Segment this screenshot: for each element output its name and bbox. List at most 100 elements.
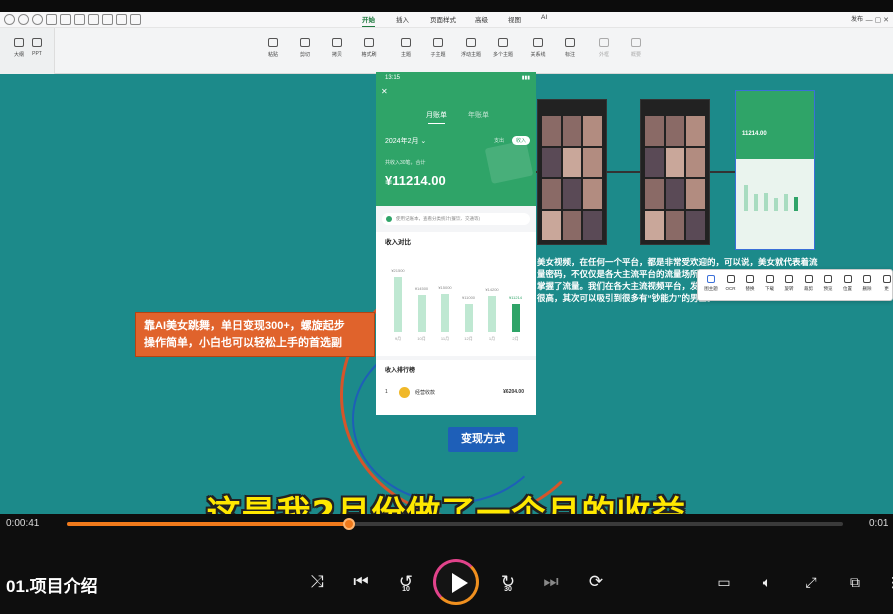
video-player-controls: 0:00:41 0:01 01.项目介绍 ⤨ ⏮ ↺ 10 ↻ 30 ⏭ ⟳ ▭ 🔈… bbox=[0, 514, 893, 614]
chart-bar: ¥11000 bbox=[462, 295, 475, 332]
coin-icon bbox=[399, 387, 410, 398]
subtopic-button[interactable]: 子主题 bbox=[421, 36, 455, 66]
ribbon-label: 外框 bbox=[598, 52, 609, 58]
menu-item[interactable]: 视图 bbox=[508, 14, 521, 24]
tab-monthly-bill[interactable]: 月账单 bbox=[426, 110, 447, 124]
thumbnail-grid bbox=[645, 116, 705, 240]
forward-seconds: 30 bbox=[504, 586, 512, 593]
month-selector[interactable]: 2024年2月 ⌄ bbox=[385, 136, 426, 146]
menu-item[interactable]: 开始 bbox=[362, 14, 375, 27]
ranking-amount: ¥6204.00 bbox=[503, 389, 524, 395]
status-time: 13:15 bbox=[385, 75, 401, 81]
tab-yearly-bill[interactable]: 年账单 bbox=[468, 110, 489, 120]
ribbon-label: 浮动主题 bbox=[460, 52, 481, 58]
bar-value-label: ¥14200 bbox=[485, 286, 499, 292]
screenshot-root: 开始 插入 页面样式 高级 视图 AI 发布 — ▢ ✕ 粘贴 剪切 拷贝 格式刷 主题 子主题 浮动… bbox=[0, 0, 893, 614]
ppt-button[interactable]: PPT bbox=[20, 36, 54, 66]
bar-value-label: ¥14500 bbox=[414, 286, 429, 292]
tool-icon bbox=[824, 275, 832, 283]
float-tool-button[interactable]: 删除 bbox=[858, 275, 876, 292]
multi-topic-button[interactable]: 多个主题 bbox=[486, 36, 520, 66]
floating-topic-button[interactable]: 浮动主题 bbox=[454, 36, 488, 66]
fullscreen-icon[interactable]: ⤢ bbox=[801, 572, 821, 592]
relationship-icon bbox=[533, 38, 543, 47]
rewind-icon[interactable]: ↺ 10 bbox=[394, 570, 418, 594]
chart-bar: ¥15000 bbox=[438, 285, 452, 332]
total-time: 0:01 bbox=[869, 518, 889, 529]
float-tool-button[interactable]: 下载 bbox=[761, 275, 779, 292]
bill-header: 13:15 ▮▮▮ ✕ 月账单 年账单 2024年2月 ⌄ 支出 收入 共收入3… bbox=[376, 72, 536, 206]
paste-button[interactable]: 粘贴 bbox=[256, 36, 290, 66]
play-button[interactable] bbox=[433, 559, 479, 605]
summary-button[interactable]: 概要 bbox=[619, 36, 653, 66]
float-tool-button[interactable]: 旋转 bbox=[780, 275, 798, 292]
pip-icon[interactable]: ⧉ bbox=[845, 572, 865, 592]
ledger-hint-bar[interactable]: 使用记账本，查看分类统计(餐饮、交通等) bbox=[382, 213, 530, 225]
ribbon-label: 拷贝 bbox=[331, 52, 342, 58]
loop-icon[interactable]: ⟳ bbox=[584, 570, 608, 594]
topic-button[interactable]: 主题 bbox=[389, 36, 423, 66]
previous-icon[interactable]: ⏮ bbox=[349, 570, 373, 594]
tool-icon bbox=[843, 275, 852, 283]
multi-topic-icon bbox=[498, 38, 508, 47]
next-icon[interactable]: ⏭ bbox=[539, 570, 563, 594]
seek-bar-progress bbox=[67, 522, 349, 526]
float-tool-label: OCR bbox=[725, 286, 736, 291]
ribbon-label: 多个主题 bbox=[492, 52, 513, 58]
close-icon[interactable]: ✕ bbox=[381, 87, 388, 96]
tool-icon bbox=[746, 275, 754, 283]
bill-card-decoration bbox=[484, 140, 534, 184]
seek-handle[interactable] bbox=[342, 518, 355, 530]
float-tool-button[interactable]: OCR bbox=[722, 275, 740, 291]
format-painter-button[interactable]: 格式刷 bbox=[352, 36, 386, 66]
menu-item[interactable]: AI bbox=[541, 14, 547, 21]
float-tool-label: 图主题 bbox=[704, 286, 718, 291]
float-tool-button[interactable]: 图主题 bbox=[702, 275, 720, 292]
share-button[interactable]: 发布 bbox=[851, 14, 863, 23]
shuffle-icon[interactable]: ⤨ bbox=[305, 570, 329, 594]
seek-bar[interactable] bbox=[67, 518, 843, 530]
float-tool-button[interactable]: 预览 bbox=[819, 275, 837, 292]
ranking-row[interactable]: 1 经营收款 ¥6204.00 bbox=[385, 387, 530, 399]
callout-button[interactable]: 标注 bbox=[553, 36, 587, 66]
tool-icon bbox=[726, 275, 735, 283]
float-tool-button[interactable]: 更 bbox=[878, 275, 893, 292]
tool-icon bbox=[785, 275, 793, 283]
rewind-seconds: 10 bbox=[402, 586, 410, 593]
topic-node-main[interactable]: 靠AI美女跳舞，单日变现300+，螺旋起步 操作简单，小白也可以轻松上手的首选副 bbox=[135, 312, 375, 357]
menu-item[interactable]: 页面样式 bbox=[430, 14, 456, 24]
income-total: ¥11214.00 bbox=[385, 173, 446, 188]
chart-month-label: 12月 bbox=[464, 336, 473, 341]
ribbon-label: 剪切 bbox=[299, 52, 310, 58]
menu-item[interactable]: 插入 bbox=[396, 14, 409, 24]
float-tool-button[interactable]: 替换 bbox=[741, 275, 759, 292]
chart-bar: ¥21500 bbox=[391, 268, 405, 332]
video-title: 01.项目介绍 bbox=[6, 577, 98, 596]
more-icon[interactable]: ⋮ bbox=[883, 572, 893, 592]
selected-image-thumbnail[interactable]: 11214.00 bbox=[735, 90, 815, 250]
screenshot-thumbnail-1[interactable] bbox=[537, 99, 607, 245]
float-tool-label: 下载 bbox=[765, 286, 774, 291]
boundary-button[interactable]: 外框 bbox=[587, 36, 621, 66]
topic-node-monetization[interactable]: 变现方式 bbox=[448, 427, 518, 452]
cut-button[interactable]: 剪切 bbox=[288, 36, 322, 66]
float-tool-button[interactable]: 位置 bbox=[839, 275, 857, 292]
volume-icon[interactable]: 🔈︎ bbox=[757, 572, 777, 592]
paste-icon bbox=[268, 38, 278, 47]
forward-icon[interactable]: ↻ 30 bbox=[496, 570, 520, 594]
screenshot-thumbnail-2[interactable] bbox=[640, 99, 710, 245]
window-controls[interactable]: — ▢ ✕ bbox=[866, 16, 889, 24]
image-float-toolbar: 图主题 OCR 替换 下载 旋转 裁剪 预览 位置 删除 更 bbox=[697, 269, 893, 301]
relationship-button[interactable]: 关系线 bbox=[521, 36, 555, 66]
float-tool-button[interactable]: 裁剪 bbox=[800, 275, 818, 292]
left-tool-pane: 大纲 PPT bbox=[0, 28, 55, 74]
ranking-title: 收入排行榜 bbox=[385, 368, 416, 374]
subtopic-icon bbox=[433, 38, 443, 47]
ribbon-label: 子主题 bbox=[430, 52, 446, 58]
copy-button[interactable]: 拷贝 bbox=[320, 36, 354, 66]
subtitles-icon[interactable]: ▭ bbox=[714, 572, 734, 592]
menu-item[interactable]: 高级 bbox=[475, 14, 488, 24]
cut-icon bbox=[300, 38, 310, 47]
income-summary-label: 共收入30笔，合计 bbox=[385, 160, 426, 166]
top-strip bbox=[0, 0, 893, 12]
